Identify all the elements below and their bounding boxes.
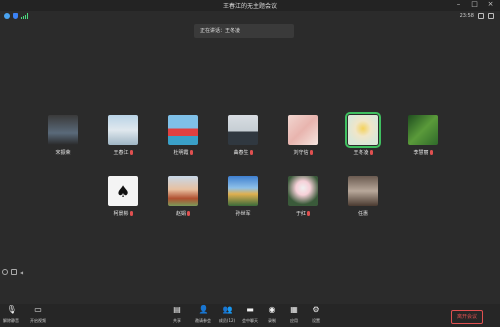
- fullscreen-icon[interactable]: [488, 13, 494, 19]
- participant-tile[interactable]: 宋振荣: [40, 115, 86, 156]
- avatar: [168, 176, 198, 206]
- avatar: [288, 115, 318, 145]
- left-tools: ◀: [2, 269, 23, 275]
- signal-icon[interactable]: [21, 13, 28, 19]
- avatar: [48, 115, 78, 145]
- apps-button[interactable]: ▦ 应用: [283, 306, 305, 324]
- window-title: 王春江的无主题会议: [222, 3, 277, 10]
- participant-name: 曲春生: [220, 149, 266, 156]
- close-icon[interactable]: ×: [487, 1, 494, 8]
- apps-icon: ▦: [290, 305, 298, 314]
- participant-tile[interactable]: 王冬凌: [340, 112, 386, 156]
- top-right-status: 23:58: [460, 13, 494, 19]
- record-icon: ◉: [268, 305, 276, 314]
- muted-mic-icon: [249, 150, 253, 155]
- avatar: [288, 176, 318, 206]
- shield-icon[interactable]: [13, 13, 18, 19]
- participant-tile[interactable]: 李慧丽: [400, 115, 446, 156]
- unmute-button[interactable]: 🎙 解除静音: [0, 306, 22, 324]
- layout-icon[interactable]: [478, 13, 484, 19]
- window-controls: – □ ×: [455, 1, 494, 8]
- members-label: 成员(12): [218, 318, 236, 323]
- start-video-button[interactable]: ▭ 开启视频: [27, 306, 49, 324]
- participant-name: 李慧丽: [400, 149, 446, 156]
- participant-name: 于红: [280, 210, 326, 217]
- record-button[interactable]: ◉ 录制: [261, 306, 283, 324]
- avatar: [345, 112, 381, 148]
- avatar: [408, 115, 438, 145]
- participant-name: 任惠: [357, 211, 368, 217]
- avatar: [228, 115, 258, 145]
- share-label: 共享: [173, 318, 181, 323]
- invite-icon: 👤: [198, 305, 209, 314]
- meeting-clock: 23:58: [459, 13, 474, 19]
- participant-name: 柯景彬: [100, 210, 146, 217]
- participant-tile[interactable]: 杜明霞: [160, 115, 206, 156]
- avatar: [348, 176, 378, 206]
- chat-button[interactable]: ▬ 会中聊天: [239, 306, 261, 324]
- grid-icon[interactable]: [2, 269, 8, 275]
- record-label: 录制: [268, 318, 276, 323]
- invite-label: 邀请参会: [195, 318, 211, 323]
- chat-bubble-icon[interactable]: [11, 269, 17, 275]
- minimize-icon[interactable]: –: [455, 1, 462, 8]
- muted-mic-icon: [429, 150, 433, 155]
- muted-mic-icon: [369, 150, 373, 155]
- start-video-label: 开启视频: [30, 318, 46, 323]
- leave-meeting-button[interactable]: 离开会议: [451, 310, 483, 324]
- mic-icon: 🎙: [6, 305, 17, 314]
- members-icon: 👥: [222, 305, 233, 314]
- status-icons: [4, 13, 28, 19]
- participant-tile[interactable]: 曲春生: [220, 115, 266, 156]
- participant-tile[interactable]: ♠ 柯景彬: [100, 176, 146, 217]
- participant-tile[interactable]: 孙世军: [220, 176, 266, 217]
- share-button[interactable]: ▤ 共享: [166, 306, 188, 324]
- share-icon: ▤: [173, 305, 181, 314]
- settings-button[interactable]: ⚙ 设置: [305, 306, 327, 324]
- spade-icon: ♠: [115, 182, 131, 201]
- participant-tile[interactable]: 任惠: [340, 176, 386, 217]
- chat-icon: ▬: [246, 305, 254, 314]
- avatar: [168, 115, 198, 145]
- info-icon[interactable]: [4, 13, 10, 19]
- settings-label: 设置: [312, 318, 320, 323]
- participant-name: 王春江: [100, 149, 146, 156]
- avatar: ♠: [108, 176, 138, 206]
- participant-name: 孙世军: [235, 211, 251, 217]
- camera-icon: ▭: [34, 305, 42, 314]
- chat-label: 会中聊天: [242, 318, 258, 323]
- participant-name: 杜明霞: [160, 149, 206, 156]
- participant-name: 赵娟: [160, 210, 206, 217]
- title-bar: 王春江的无主题会议 – □ ×: [0, 0, 500, 11]
- participant-name: 王冬凌: [340, 149, 386, 156]
- avatar: [108, 115, 138, 145]
- muted-mic-icon: [309, 150, 313, 155]
- participant-tile[interactable]: 刘守信: [280, 115, 326, 156]
- participant-tile[interactable]: 王春江: [100, 115, 146, 156]
- chevron-left-icon[interactable]: ◀: [20, 270, 23, 275]
- avatar: [228, 176, 258, 206]
- muted-mic-icon: [189, 150, 193, 155]
- speaking-banner: 正在讲话：王冬凌: [194, 24, 294, 38]
- unmute-label: 解除静音: [3, 318, 19, 323]
- apps-label: 应用: [290, 318, 298, 323]
- meeting-toolbar: 🎙 解除静音 ▭ 开启视频 ▤ 共享 👤 邀请参会 👥 成员(12) ▬ 会中聊…: [0, 304, 500, 327]
- settings-icon: ⚙: [312, 305, 320, 314]
- muted-mic-icon: [307, 211, 310, 216]
- participant-tile[interactable]: 赵娟: [160, 176, 206, 217]
- muted-mic-icon: [129, 150, 133, 155]
- muted-mic-icon: [187, 211, 190, 216]
- participant-name: 刘守信: [280, 149, 326, 156]
- participant-name: 宋振荣: [55, 150, 71, 156]
- participant-tile[interactable]: 于红: [280, 176, 326, 217]
- members-button[interactable]: 👥 成员(12): [216, 306, 238, 324]
- invite-button[interactable]: 👤 邀请参会: [192, 306, 214, 324]
- maximize-icon[interactable]: □: [471, 1, 478, 8]
- muted-mic-icon: [129, 211, 133, 216]
